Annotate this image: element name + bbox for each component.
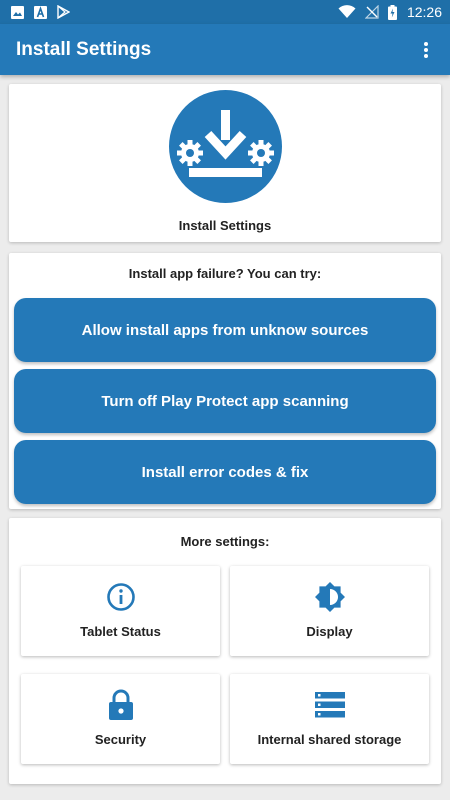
more-settings-card: More settings: Tablet Status Display Sec… xyxy=(9,518,441,784)
app-bar: Install Settings xyxy=(0,24,450,75)
more-vert-icon xyxy=(424,41,428,58)
info-icon xyxy=(106,582,136,612)
install-settings-icon xyxy=(168,90,282,208)
status-system: 12:26 xyxy=(338,4,442,20)
no-signal-icon xyxy=(364,5,379,19)
tile-label: Tablet Status xyxy=(80,624,161,639)
tile-label: Security xyxy=(94,732,147,747)
font-a-icon xyxy=(33,5,47,19)
settings-grid: Tablet Status Display Security Internal … xyxy=(21,566,429,764)
status-notifications xyxy=(10,5,70,19)
status-time: 12:26 xyxy=(406,4,442,20)
tile-label: Internal shared storage xyxy=(257,732,402,747)
brightness-icon xyxy=(314,582,346,612)
play-store-icon xyxy=(56,5,70,19)
display-tile[interactable]: Display xyxy=(230,566,429,656)
lock-icon xyxy=(108,689,134,720)
app-title: Install Settings xyxy=(16,38,152,60)
failure-section-title: Install app failure? You can try: xyxy=(128,266,322,281)
more-options-button[interactable] xyxy=(414,35,438,65)
hero-label: Install Settings xyxy=(178,218,272,233)
security-tile[interactable]: Security xyxy=(21,674,220,764)
install-failure-card: Install app failure? You can try: Allow … xyxy=(9,253,441,509)
storage-icon xyxy=(314,690,345,720)
more-settings-title: More settings: xyxy=(180,534,270,549)
tile-label: Display xyxy=(306,624,353,639)
internal-storage-tile[interactable]: Internal shared storage xyxy=(230,674,429,764)
turn-off-play-protect-button[interactable]: Turn off Play Protect app scanning xyxy=(14,369,436,433)
battery-charging-icon xyxy=(388,4,398,20)
wifi-icon xyxy=(338,5,356,19)
tablet-status-tile[interactable]: Tablet Status xyxy=(21,566,220,656)
image-icon xyxy=(10,5,24,19)
status-bar: 12:26 xyxy=(0,0,450,24)
allow-unknown-sources-button[interactable]: Allow install apps from unknow sources xyxy=(14,298,436,362)
hero-card: Install Settings xyxy=(9,84,441,242)
install-error-codes-button[interactable]: Install error codes & fix xyxy=(14,440,436,504)
